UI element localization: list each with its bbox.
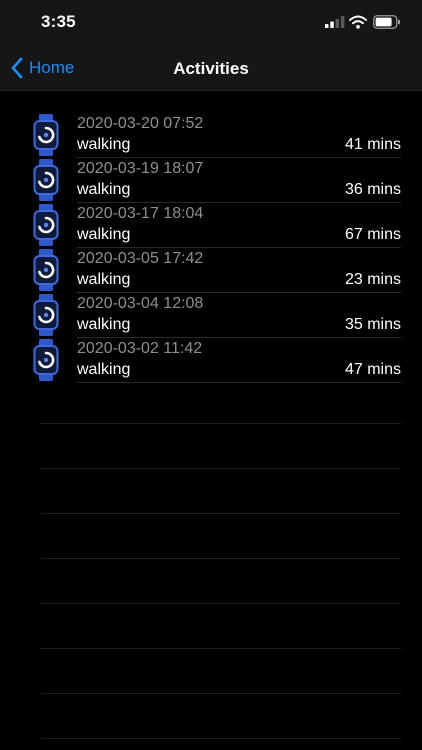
row-divider bbox=[77, 382, 401, 383]
watch-icon bbox=[33, 339, 59, 381]
activity-type: walking bbox=[77, 316, 131, 333]
activity-duration: 23 mins bbox=[344, 271, 401, 288]
empty-row-divider bbox=[41, 693, 401, 694]
activity-list: 2020-03-20 07:52 walking 41 mins 2020-03… bbox=[0, 113, 422, 383]
empty-row-divider bbox=[41, 558, 401, 559]
watch-icon bbox=[33, 294, 59, 336]
navigation-bar: Home Activities bbox=[0, 46, 422, 91]
empty-row-divider bbox=[41, 468, 401, 469]
activity-type: walking bbox=[77, 136, 131, 153]
activity-duration: 41 mins bbox=[344, 136, 401, 153]
watch-icon bbox=[33, 204, 59, 246]
activity-row[interactable]: 2020-03-05 17:42 walking 23 mins bbox=[0, 248, 422, 293]
status-time: 3:35 bbox=[41, 12, 76, 31]
empty-row-divider bbox=[41, 738, 401, 739]
cellular-signal-icon bbox=[325, 16, 345, 28]
battery-icon bbox=[373, 15, 400, 29]
page-title: Activities bbox=[173, 59, 249, 78]
activity-duration: 35 mins bbox=[344, 316, 401, 333]
activity-row[interactable]: 2020-03-17 18:04 walking 67 mins bbox=[0, 203, 422, 248]
status-bar: 3:35 bbox=[0, 0, 422, 46]
activity-date: 2020-03-17 18:04 bbox=[77, 205, 204, 222]
watch-icon bbox=[33, 159, 59, 201]
activity-row[interactable]: 2020-03-20 07:52 walking 41 mins bbox=[0, 113, 422, 158]
activity-date: 2020-03-02 11:42 bbox=[77, 340, 203, 357]
watch-icon bbox=[33, 249, 59, 291]
empty-row-divider bbox=[41, 648, 401, 649]
watch-icon bbox=[33, 114, 59, 156]
empty-row-divider bbox=[41, 603, 401, 604]
activity-duration: 36 mins bbox=[344, 181, 401, 198]
activity-date: 2020-03-05 17:42 bbox=[77, 250, 204, 267]
activity-duration: 67 mins bbox=[344, 226, 401, 243]
activity-row[interactable]: 2020-03-02 11:42 walking 47 mins bbox=[0, 338, 422, 383]
activity-row[interactable]: 2020-03-19 18:07 walking 36 mins bbox=[0, 158, 422, 203]
empty-row-divider bbox=[41, 423, 401, 424]
activity-date: 2020-03-04 12:08 bbox=[77, 295, 204, 312]
activity-type: walking bbox=[77, 361, 131, 378]
activity-type: walking bbox=[77, 226, 131, 243]
activity-date: 2020-03-19 18:07 bbox=[77, 160, 204, 177]
activity-date: 2020-03-20 07:52 bbox=[77, 115, 204, 132]
empty-row-divider bbox=[41, 513, 401, 514]
activity-duration: 47 mins bbox=[344, 361, 401, 378]
wifi-icon bbox=[349, 15, 367, 29]
activity-type: walking bbox=[77, 271, 131, 288]
activity-row[interactable]: 2020-03-04 12:08 walking 35 mins bbox=[0, 293, 422, 338]
activity-type: walking bbox=[77, 181, 131, 198]
